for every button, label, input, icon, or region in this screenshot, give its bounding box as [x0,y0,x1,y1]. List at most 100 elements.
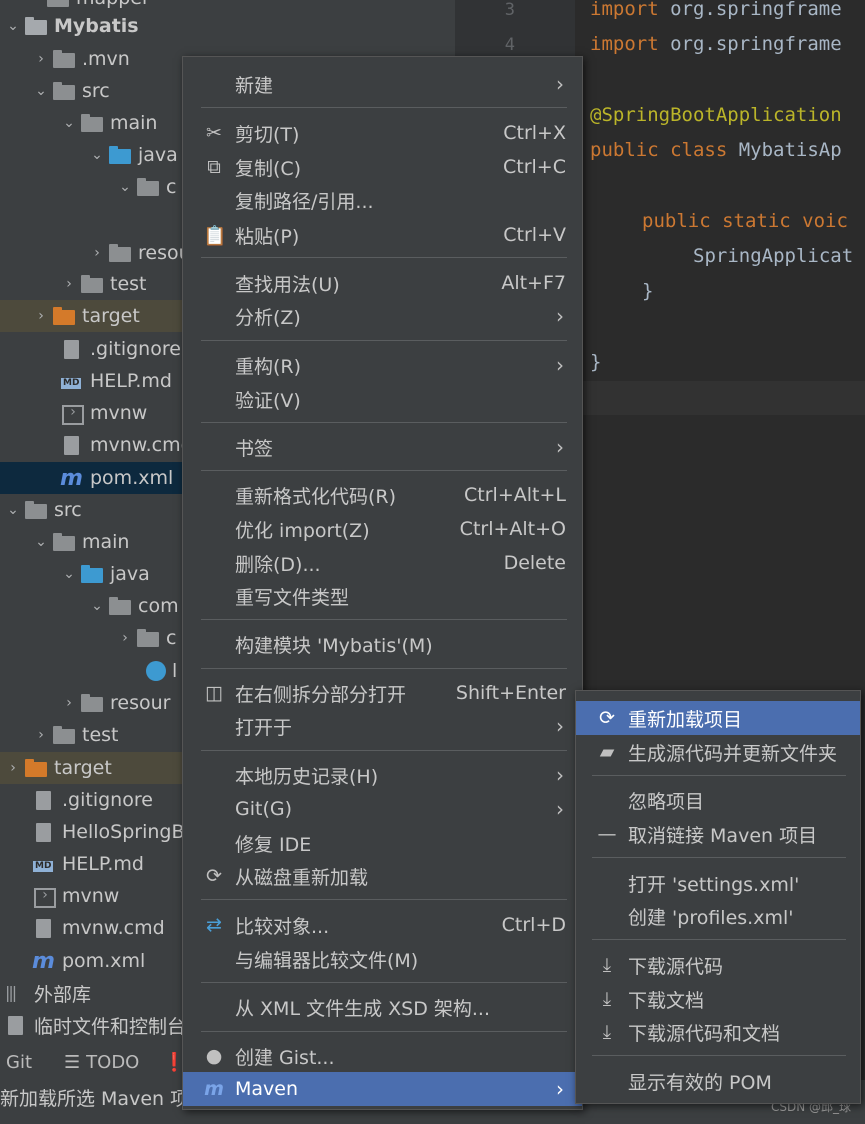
scratches-icon [4,1015,28,1035]
menu-item-reload-from-disk[interactable]: ⟳ 从磁盘重新加载 [183,859,582,893]
chevron-right-icon[interactable]: › [58,695,80,711]
menu-item-optimize-imports[interactable]: 优化 import(Z) Ctrl+Alt+O [183,512,582,546]
menu-item-paste[interactable]: 📋 粘贴(P) Ctrl+V [183,218,582,252]
tree-row-label: .gitignore [62,789,153,811]
todo-tool-button[interactable]: ☰ TODO [64,1052,139,1073]
download-icon: ⤓ [602,1021,612,1043]
menu-item-bookmarks[interactable]: 书签 › [183,430,582,464]
tree-row-label: HELP.md [90,370,172,392]
chevron-down-icon[interactable]: ⌄ [2,18,24,34]
download-icon: ⤓ [602,988,612,1010]
menu-item-download-sources-docs[interactable]: ⤓ 下载源代码和文档 [576,1015,860,1049]
menu-item-repair-ide[interactable]: 修复 IDE [183,826,582,860]
line-number: 4 [504,35,515,55]
code-line: } [642,280,654,302]
chevron-right-icon[interactable]: › [2,760,24,776]
git-tool-button[interactable]: Git [6,1052,32,1073]
tree-row-label: 外部库 [34,983,92,1006]
chevron-right-icon[interactable]: › [30,51,52,67]
menu-item-generate-sources[interactable]: ▰ 生成源代码并更新文件夹 [576,735,860,769]
menu-item-maven[interactable]: m Maven › [183,1072,582,1106]
spring-boot-class-icon [146,661,166,681]
line-number: 3 [504,0,515,20]
chevron-down-icon[interactable]: ⌄ [30,83,52,99]
chevron-down-icon[interactable]: ⌄ [30,534,52,550]
menu-item-create-profiles-xml[interactable]: 创建 'profiles.xml' [576,899,860,933]
folder-icon [80,113,104,133]
menu-item-unlink-maven[interactable]: — 取消链接 Maven 项目 [576,817,860,851]
folder-refresh-icon: ▰ [599,741,615,763]
menu-separator [201,422,567,423]
menu-item-open-split[interactable]: ◫ 在右侧拆分部分打开 Shift+Enter [183,676,582,710]
shell-script-icon [32,886,56,908]
menu-item-find-usages[interactable]: 查找用法(U) Alt+F7 [183,266,582,300]
code-line: import org.springframe [590,33,842,55]
chevron-right-icon[interactable]: › [114,630,136,646]
tree-row-label: .gitignore [90,338,181,360]
menu-item-refactor[interactable]: 重构(R) › [183,348,582,382]
menu-item-local-history[interactable]: 本地历史记录(H) › [183,758,582,792]
submenu-arrow-icon: › [556,304,564,328]
submenu-arrow-icon: › [556,353,564,377]
menu-item-cut[interactable]: ✂ 剪切(T) Ctrl+X [183,116,582,150]
menu-item-delete[interactable]: 删除(D)... Delete [183,546,582,580]
menu-item-download-sources[interactable]: ⤓ 下载源代码 [576,948,860,982]
menu-item-reformat[interactable]: 重新格式化代码(R) Ctrl+Alt+L [183,478,582,512]
module-folder-icon [24,16,48,36]
tree-row-label: test [82,724,119,746]
menu-item-download-docs[interactable]: ⤓ 下载文档 [576,982,860,1016]
menu-item-build-module[interactable]: 构建模块 'Mybatis'(M) [183,627,582,661]
menu-item-compare-with[interactable]: ⇄ 比较对象... Ctrl+D [183,908,582,942]
chevron-down-icon[interactable]: ⌄ [86,598,108,614]
menu-item-copy-path[interactable]: 复制路径/引用... [183,183,582,217]
menu-item-open-in[interactable]: 打开于 › [183,709,582,743]
menu-item-ignore-project[interactable]: 忽略项目 [576,783,860,817]
chevron-right-icon[interactable]: › [58,276,80,292]
chevron-right-icon[interactable]: › [30,727,52,743]
tree-row-label: main [110,112,158,134]
tree-row-label: pom.xml [90,467,174,489]
menu-separator [201,619,567,620]
code-line: } [590,351,602,373]
menu-item-validate[interactable]: 验证(V) [183,382,582,416]
tree-row-label: target [82,305,140,327]
tree-row-label: c [166,627,177,649]
code-line: public static voic [642,210,848,232]
folder-icon [24,500,48,520]
package-icon [136,628,160,648]
chevron-down-icon[interactable]: ⌄ [2,502,24,518]
chevron-down-icon[interactable]: ⌄ [86,147,108,163]
menu-item-compare-with-editor[interactable]: 与编辑器比较文件(M) [183,942,582,976]
menu-item-override-file-type[interactable]: 重写文件类型 [183,579,582,613]
minus-icon: — [597,823,617,845]
menu-separator [201,340,567,341]
chevron-down-icon[interactable]: ⌄ [114,179,136,195]
submenu-arrow-icon: › [556,714,564,738]
menu-item-generate-xsd[interactable]: 从 XML 文件生成 XSD 架构... [183,990,582,1024]
menu-item-copy[interactable]: ⧉ 复制(C) Ctrl+C [183,150,582,184]
maven-icon: m [60,465,83,491]
tree-row-label: .mvn [82,48,130,70]
resources-folder-icon [108,243,132,263]
tree-row-label: Mybatis [54,15,139,37]
tree-row-label: src [82,80,110,102]
menu-separator [201,1031,567,1032]
reload-icon: ⟳ [206,865,222,887]
menu-item-git[interactable]: Git(G) › [183,792,582,826]
menu-item-open-settings-xml[interactable]: 打开 'settings.xml' [576,866,860,900]
chevron-down-icon[interactable]: ⌄ [58,115,80,131]
code-line: SpringApplicat [693,245,854,267]
menu-item-create-gist[interactable]: ● 创建 Gist... [183,1039,582,1073]
markdown-file-icon [32,854,56,874]
chevron-right-icon[interactable]: › [30,308,52,324]
tree-row-mybatis[interactable]: ⌄ Mybatis [0,10,455,42]
menu-item-reload-project[interactable]: ⟳ 重新加载项目 [576,701,860,735]
tree-row-label: 临时文件和控制台 [34,1015,187,1038]
chevron-right-icon[interactable]: › [86,245,108,261]
menu-item-new[interactable]: 新建 › [183,67,582,101]
chevron-down-icon[interactable]: ⌄ [58,566,80,582]
tree-row-label: com [138,595,179,617]
menu-item-analyze[interactable]: 分析(Z) › [183,299,582,333]
code-line: @SpringBootApplication [590,104,842,126]
menu-item-effective-pom[interactable]: 显示有效的 POM [576,1064,860,1098]
